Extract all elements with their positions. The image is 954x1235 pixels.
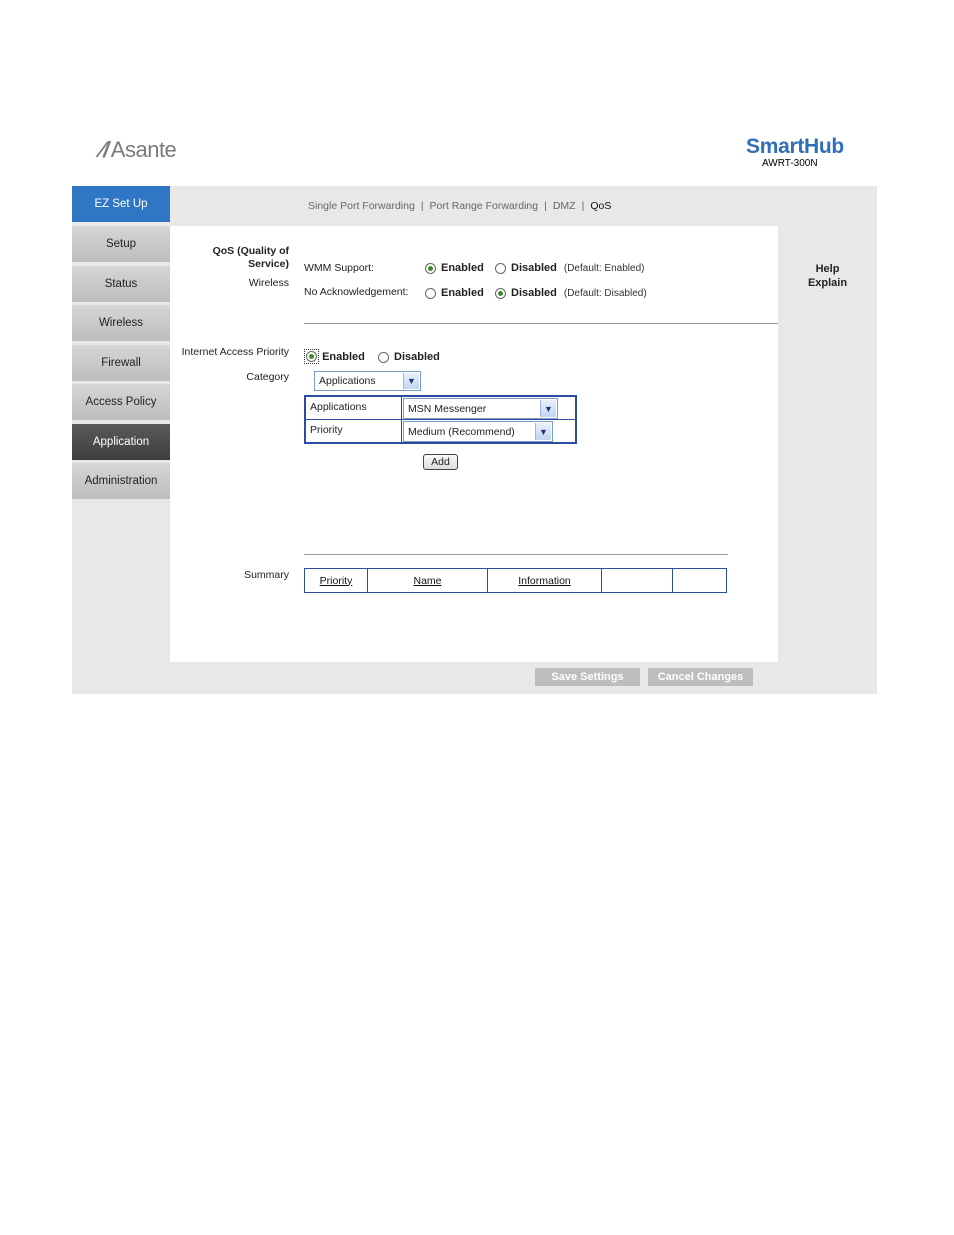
wmm-enabled-option[interactable]: Enabled bbox=[425, 262, 484, 274]
priority-label-cell: Priority bbox=[305, 419, 402, 443]
summary-col-name[interactable]: Name bbox=[368, 569, 488, 592]
cancel-changes-button[interactable]: Cancel Changes bbox=[648, 668, 753, 686]
no-ack-enabled-label: Enabled bbox=[441, 287, 484, 299]
nav-access-policy[interactable]: Access Policy bbox=[72, 384, 170, 422]
nav-ez-set-up[interactable]: EZ Set Up bbox=[72, 186, 170, 224]
wmm-enabled-radio[interactable] bbox=[425, 262, 436, 274]
wmm-enabled-label: Enabled bbox=[441, 262, 484, 274]
no-ack-default-note: (Default: Disabled) bbox=[563, 287, 647, 299]
summary-col-priority[interactable]: Priority bbox=[305, 569, 368, 592]
iap-disabled-radio[interactable] bbox=[378, 351, 389, 363]
no-ack-disabled-label: Disabled bbox=[511, 287, 557, 299]
no-ack-enabled-option[interactable]: Enabled bbox=[425, 287, 484, 299]
save-settings-button[interactable]: Save Settings bbox=[535, 668, 640, 686]
applications-select-cell: MSN Messenger ▼ bbox=[401, 396, 576, 420]
tab-port-range-forwarding[interactable]: Port Range Forwarding bbox=[430, 200, 539, 212]
nav-status[interactable]: Status bbox=[72, 266, 170, 304]
tab-separator: | bbox=[420, 200, 424, 212]
help-title: Help Explain bbox=[778, 262, 877, 290]
category-select[interactable]: Applications ▼ bbox=[314, 371, 421, 391]
priority-select-cell: Medium (Recommend) ▼ bbox=[401, 419, 576, 443]
summary-divider bbox=[304, 554, 728, 555]
tab-separator: | bbox=[544, 200, 547, 212]
smarthub-logo: SmartHub bbox=[746, 135, 844, 158]
wireless-label: Wireless bbox=[248, 277, 289, 289]
iap-label: Internet Access Priority bbox=[181, 346, 289, 358]
applications-label-cell: Applications bbox=[305, 396, 402, 420]
help-panel bbox=[778, 226, 877, 662]
wmm-disabled-label: Disabled bbox=[511, 262, 557, 274]
category-select-value: Applications bbox=[319, 375, 376, 387]
chevron-down-icon: ▼ bbox=[540, 400, 556, 417]
priority-select[interactable]: Medium (Recommend) ▼ bbox=[403, 421, 553, 442]
nav-firewall[interactable]: Firewall bbox=[72, 345, 170, 383]
explain-label: Explain bbox=[807, 277, 848, 289]
no-ack-disabled-option[interactable]: Disabled (Default: Disabled) bbox=[495, 287, 647, 299]
add-button[interactable]: Add bbox=[423, 454, 458, 470]
wmm-disabled-option[interactable]: Disabled (Default: Enabled) bbox=[495, 262, 644, 274]
nav-setup[interactable]: Setup bbox=[72, 226, 170, 264]
applications-select-value: MSN Messenger bbox=[408, 402, 487, 415]
iap-disabled-option[interactable]: Disabled bbox=[378, 351, 440, 363]
tab-separator: | bbox=[581, 200, 585, 212]
tab-qos[interactable]: QoS bbox=[590, 200, 611, 212]
summary-label: Summary bbox=[244, 569, 289, 581]
wmm-default-note: (Default: Enabled) bbox=[563, 262, 645, 274]
help-label: Help bbox=[815, 263, 840, 275]
nav-wireless[interactable]: Wireless bbox=[72, 305, 170, 343]
summary-col-extra-1 bbox=[602, 569, 673, 592]
qos-title-line2: Service) bbox=[248, 258, 289, 270]
no-ack-enabled-radio[interactable] bbox=[425, 287, 436, 299]
qos-section-title: QoS (Quality of Service) bbox=[180, 245, 289, 271]
nav-administration[interactable]: Administration bbox=[72, 463, 170, 501]
tab-single-port-forwarding[interactable]: Single Port Forwarding bbox=[308, 200, 415, 212]
priority-select-value: Medium (Recommend) bbox=[408, 425, 515, 438]
tab-dmz[interactable]: DMZ bbox=[553, 200, 576, 212]
iap-disabled-label: Disabled bbox=[394, 351, 440, 363]
iap-enabled-focus bbox=[304, 349, 319, 364]
sub-tab-bar: Single Port Forwarding | Port Range Forwar… bbox=[170, 186, 762, 226]
asante-logo: ⁄/Asante bbox=[100, 137, 177, 163]
summary-col-extra-2 bbox=[673, 569, 726, 592]
summary-table: Priority Name Information bbox=[304, 568, 727, 593]
asante-logo-text: Asante bbox=[110, 137, 177, 162]
wmm-disabled-radio[interactable] bbox=[495, 262, 506, 274]
asante-logo-icon: ⁄/ bbox=[100, 137, 109, 162]
chevron-down-icon: ▼ bbox=[535, 423, 551, 440]
application-priority-table: Applications MSN Messenger ▼ Priority Me… bbox=[304, 395, 577, 444]
section-divider bbox=[304, 323, 778, 324]
iap-enabled-label: Enabled bbox=[322, 350, 365, 363]
model-number: AWRT-300N bbox=[762, 158, 818, 169]
applications-select[interactable]: MSN Messenger ▼ bbox=[403, 398, 558, 419]
nav-application[interactable]: Application bbox=[72, 424, 170, 462]
no-ack-disabled-radio[interactable] bbox=[495, 287, 506, 299]
chevron-down-icon: ▼ bbox=[403, 373, 419, 389]
no-ack-label: No Acknowledgement: bbox=[304, 286, 409, 298]
summary-col-information[interactable]: Information bbox=[488, 569, 602, 592]
qos-title-line1: QoS (Quality of bbox=[212, 245, 289, 257]
category-label: Category bbox=[246, 371, 289, 383]
wmm-support-label: WMM Support: bbox=[304, 262, 375, 274]
iap-enabled-radio[interactable] bbox=[306, 351, 317, 362]
iap-enabled-option[interactable]: Enabled bbox=[304, 349, 365, 364]
